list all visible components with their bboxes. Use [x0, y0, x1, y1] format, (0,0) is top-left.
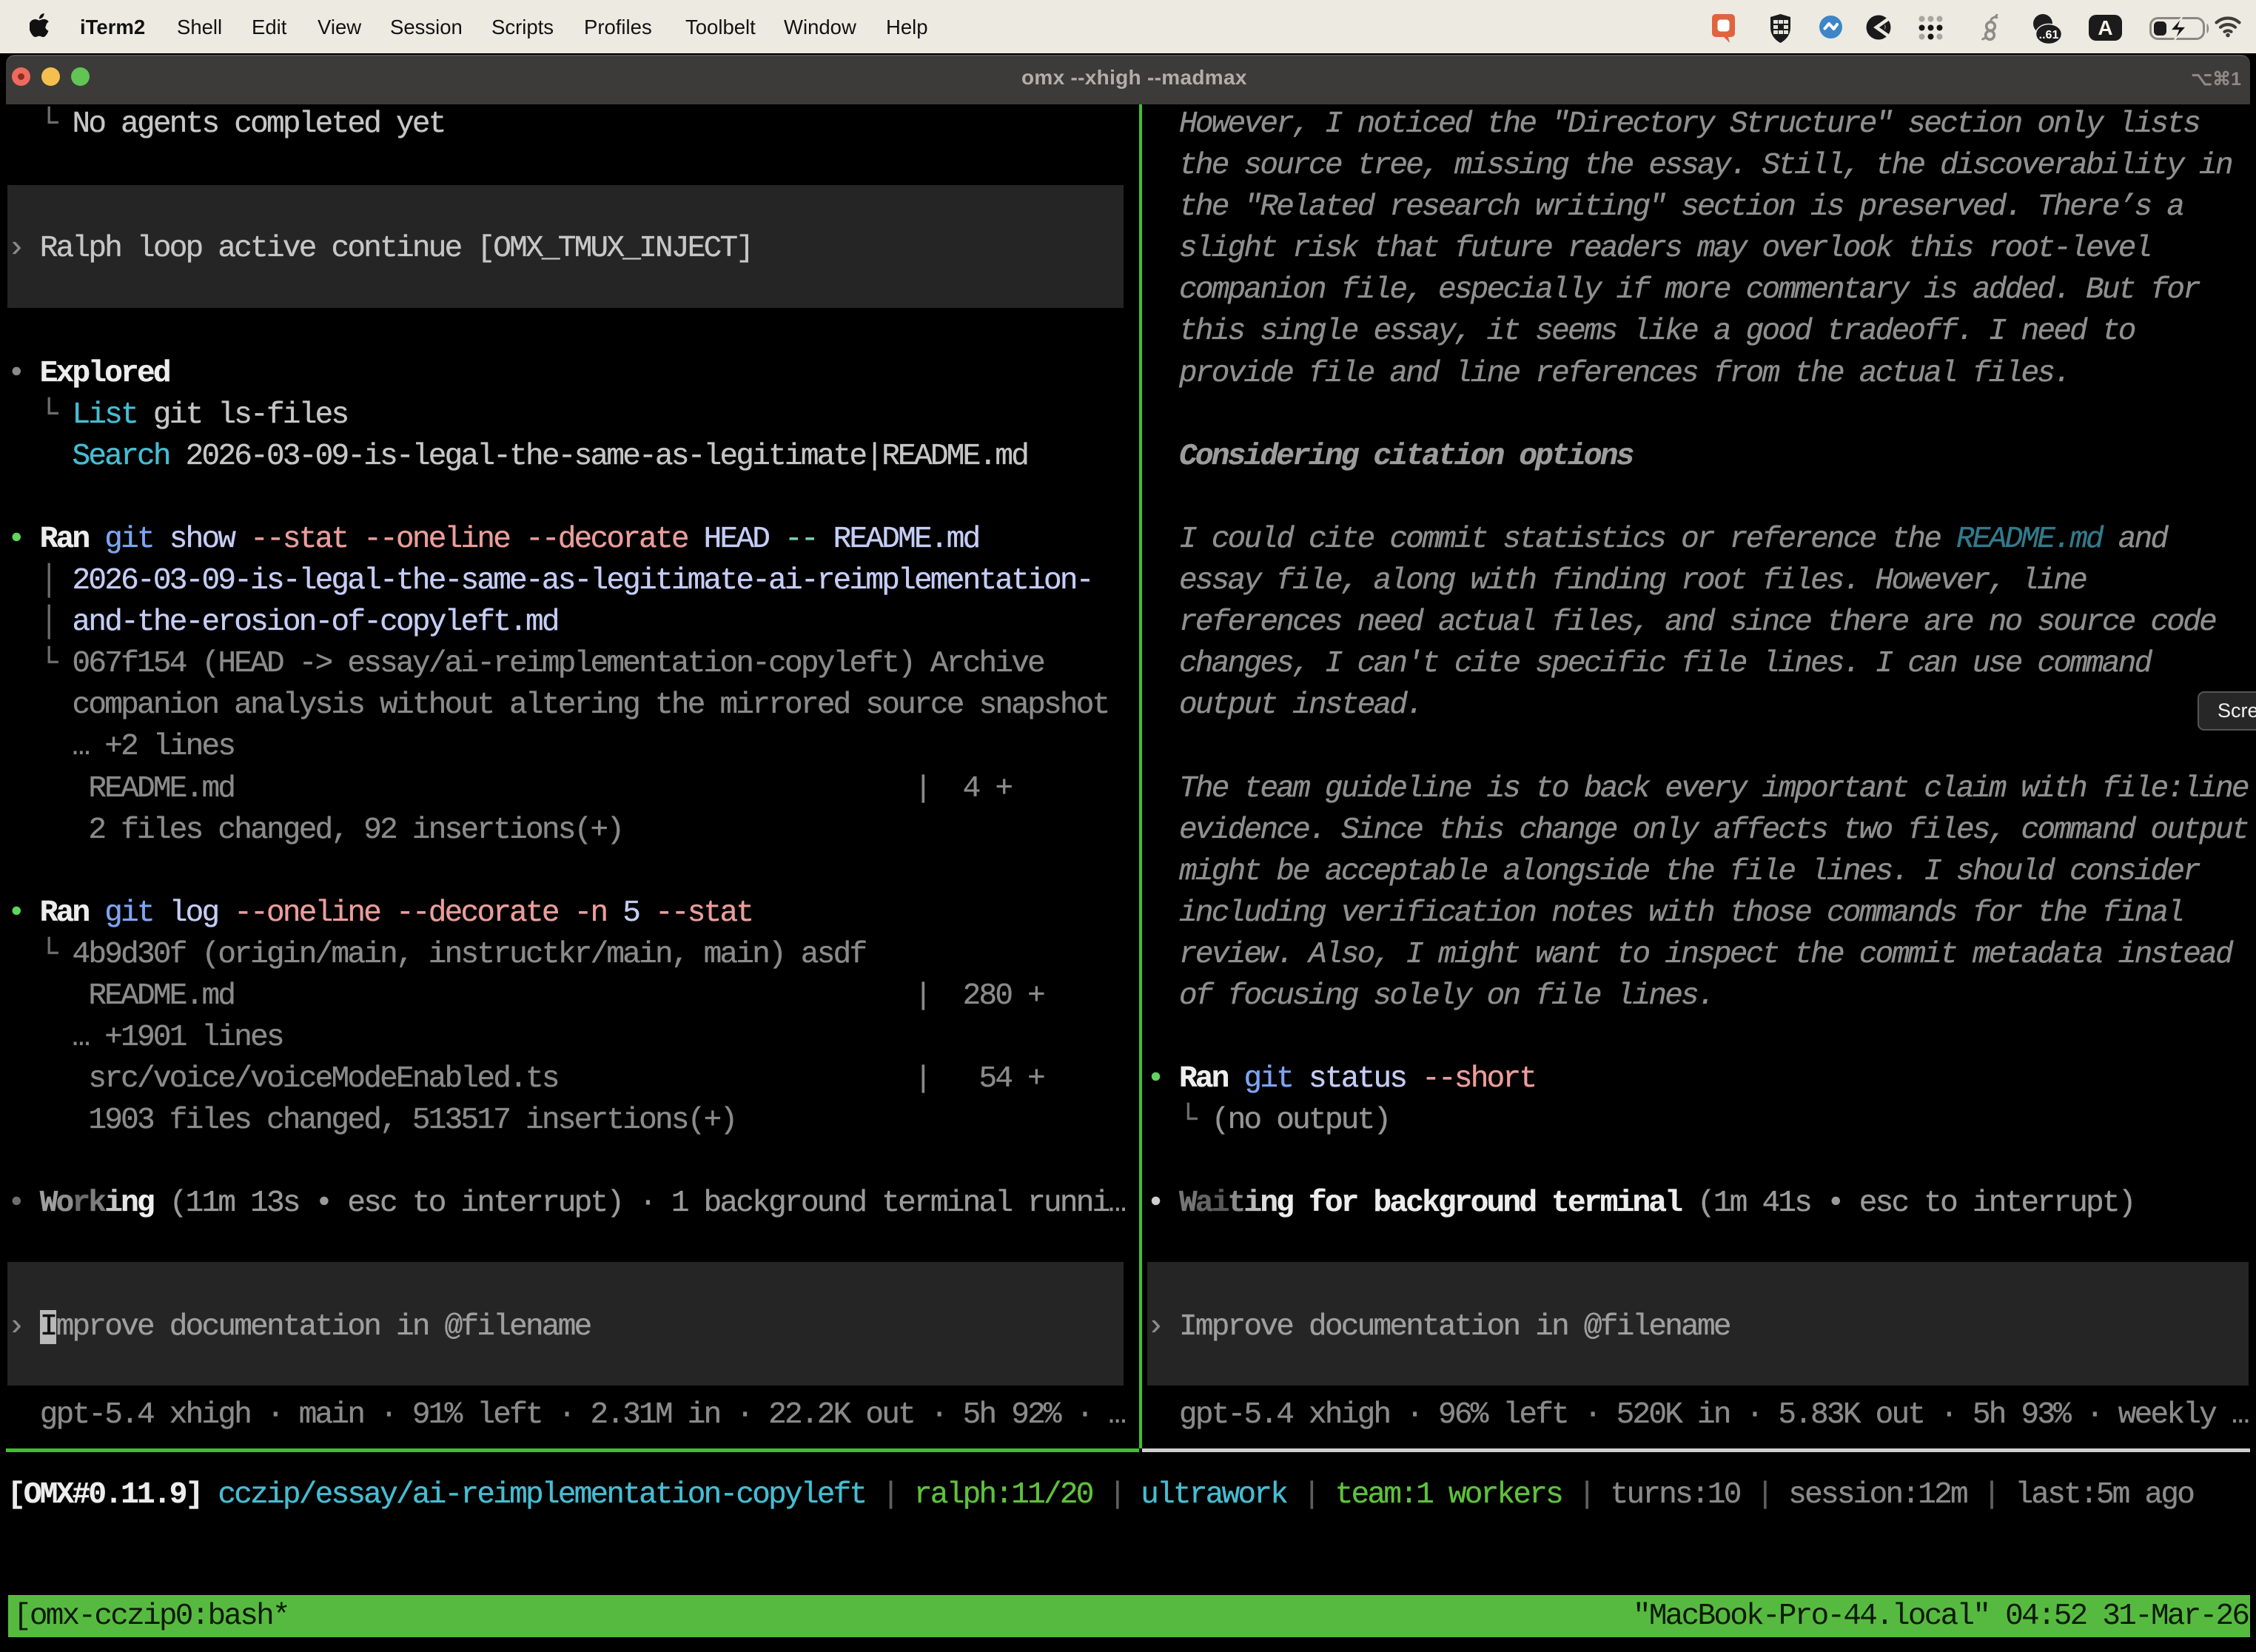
svg-text:..61: ..61 — [2039, 29, 2059, 41]
